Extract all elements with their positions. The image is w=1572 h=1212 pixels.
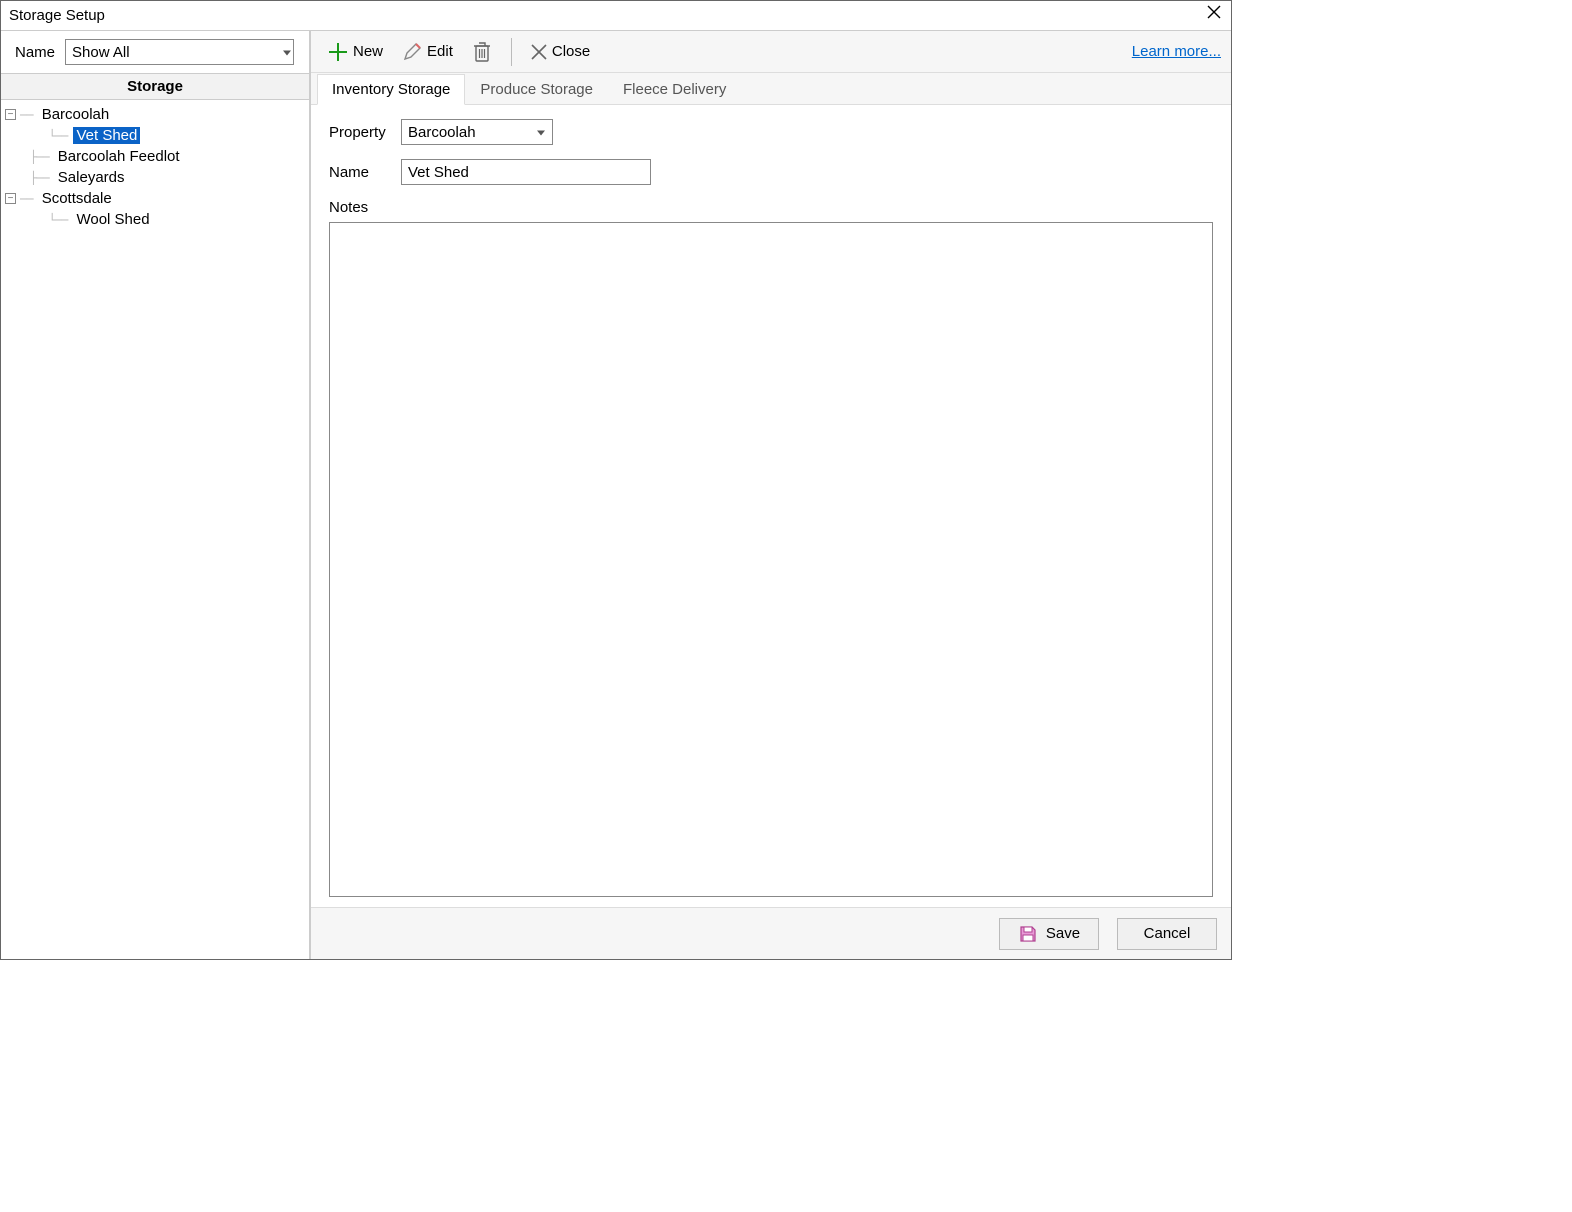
left-pane: Name Storage − ── Barcoolah └── Vet Shed (1, 31, 311, 959)
cancel-button[interactable]: Cancel (1117, 918, 1217, 950)
collapse-icon[interactable]: − (5, 193, 16, 204)
name-label: Name (329, 164, 401, 181)
toolbar: New Edit (311, 31, 1231, 73)
footer: Save Cancel (311, 907, 1231, 959)
edit-button[interactable]: Edit (395, 37, 459, 67)
delete-button[interactable] (465, 36, 499, 68)
cancel-label: Cancel (1144, 925, 1191, 942)
save-icon (1018, 924, 1038, 944)
name-input[interactable] (401, 159, 651, 185)
tree-node-scottsdale[interactable]: − ── Scottsdale (5, 188, 305, 209)
tree-label: Barcoolah (39, 106, 113, 123)
new-label: New (353, 43, 383, 60)
tree-node-vet-shed[interactable]: └── Vet Shed (5, 125, 305, 146)
close-icon[interactable] (1207, 5, 1221, 19)
collapse-icon[interactable]: − (5, 109, 16, 120)
pencil-icon (401, 41, 423, 63)
trash-icon (471, 40, 493, 64)
save-button[interactable]: Save (999, 918, 1099, 950)
storage-tree[interactable]: − ── Barcoolah └── Vet Shed ├── Barcoola… (1, 100, 309, 959)
x-icon (530, 43, 548, 61)
window-title: Storage Setup (9, 7, 105, 24)
storage-setup-window: Storage Setup Name Storage − ── Barcoola… (0, 0, 1232, 960)
tree-node-wool-shed[interactable]: └── Wool Shed (5, 209, 305, 230)
filter-select[interactable] (65, 39, 294, 65)
notes-label: Notes (329, 199, 1213, 216)
tree-label: Barcoolah Feedlot (55, 148, 183, 165)
tree-label: Saleyards (55, 169, 128, 186)
tree-header: Storage (1, 74, 309, 100)
tree-node-barcoolah-feedlot[interactable]: ├── Barcoolah Feedlot (5, 146, 305, 167)
tabs: Inventory Storage Produce Storage Fleece… (311, 73, 1231, 105)
learn-more-link[interactable]: Learn more... (1132, 43, 1221, 60)
tab-produce-storage[interactable]: Produce Storage (465, 74, 608, 105)
toolbar-separator (511, 38, 512, 66)
filter-label: Name (15, 44, 55, 61)
right-pane: New Edit (311, 31, 1231, 959)
form-area: Property Name Notes (311, 105, 1231, 907)
tree-node-saleyards[interactable]: ├── Saleyards (5, 167, 305, 188)
close-label: Close (552, 43, 590, 60)
edit-label: Edit (427, 43, 453, 60)
tree-node-barcoolah[interactable]: − ── Barcoolah (5, 104, 305, 125)
body: Name Storage − ── Barcoolah └── Vet Shed (1, 31, 1231, 959)
property-select[interactable] (401, 119, 553, 145)
tree-label: Scottsdale (39, 190, 115, 207)
close-button[interactable]: Close (524, 39, 596, 65)
tab-inventory-storage[interactable]: Inventory Storage (317, 74, 465, 105)
save-label: Save (1046, 925, 1080, 942)
notes-textarea[interactable] (329, 222, 1213, 897)
filter-row: Name (1, 31, 309, 74)
plus-icon (327, 41, 349, 63)
new-button[interactable]: New (321, 37, 389, 67)
tree-label-selected: Vet Shed (73, 127, 140, 144)
tree-label: Wool Shed (73, 211, 152, 228)
tab-fleece-delivery[interactable]: Fleece Delivery (608, 74, 741, 105)
titlebar: Storage Setup (1, 1, 1231, 31)
property-label: Property (329, 124, 401, 141)
